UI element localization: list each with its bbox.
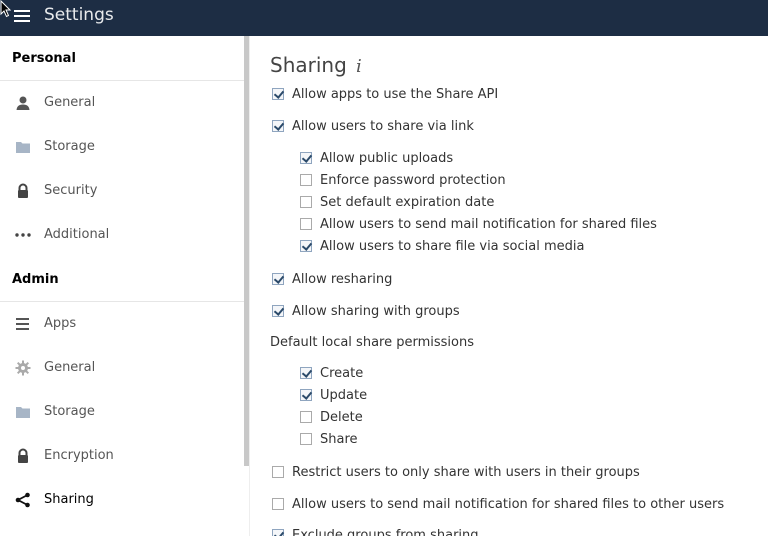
folder-icon xyxy=(16,407,30,418)
sidebar-item-apps[interactable]: Apps xyxy=(0,302,244,346)
sidebar-item-label: Encryption xyxy=(44,448,114,463)
permissions-label: Default local share permissions xyxy=(270,335,474,350)
option-mail-notification-users[interactable]: Allow users to send mail notification fo… xyxy=(272,495,724,513)
sidebar-item-encryption[interactable]: Encryption xyxy=(0,434,244,478)
option-social-media[interactable]: Allow users to share file via social med… xyxy=(300,237,584,255)
option-label: Exclude groups from sharing xyxy=(292,527,479,536)
option-label: Create xyxy=(320,365,364,381)
top-header: Settings xyxy=(0,0,768,36)
option-label: Allow sharing with groups xyxy=(292,303,460,319)
checkbox[interactable] xyxy=(272,466,284,478)
option-default-expiration[interactable]: Set default expiration date xyxy=(300,193,494,211)
folder-icon xyxy=(16,142,30,153)
share-icon xyxy=(15,492,30,508)
option-label: Delete xyxy=(320,409,363,425)
option-restrict-to-groups[interactable]: Restrict users to only share with users … xyxy=(272,463,640,481)
list-icon xyxy=(16,318,29,330)
sidebar-item-personal-storage[interactable]: Storage xyxy=(0,125,244,169)
checkbox[interactable] xyxy=(272,88,284,100)
sharing-settings-panel: Sharing i Allow apps to use the Share AP… xyxy=(250,36,768,536)
user-icon xyxy=(16,96,30,110)
personal-heading: Personal xyxy=(12,51,76,66)
permission-create[interactable]: Create xyxy=(300,364,363,382)
option-label: Allow apps to use the Share API xyxy=(292,86,499,102)
option-label: Allow users to share file via social med… xyxy=(320,238,585,254)
option-label: Allow users to send mail notification fo… xyxy=(292,496,725,512)
checkbox[interactable] xyxy=(300,174,312,186)
permission-share[interactable]: Share xyxy=(300,430,358,448)
sidebar-item-label: General xyxy=(44,95,96,110)
checkbox[interactable] xyxy=(300,389,312,401)
more-icon xyxy=(15,233,31,237)
option-share-via-link[interactable]: Allow users to share via link xyxy=(272,117,474,135)
settings-sidebar: Personal General Storage Security Additi… xyxy=(0,36,244,536)
sidebar-item-label: Additional xyxy=(44,227,110,242)
lock-icon xyxy=(18,448,28,463)
sidebar-item-security[interactable]: Security xyxy=(0,169,244,213)
checkbox[interactable] xyxy=(272,305,284,317)
checkbox[interactable] xyxy=(300,367,312,379)
sidebar-item-label: Apps xyxy=(44,316,77,331)
menu-icon[interactable] xyxy=(14,10,30,24)
sidebar-item-label: General xyxy=(44,360,96,375)
sidebar-item-label: Storage xyxy=(44,139,95,154)
option-label: Restrict users to only share with users … xyxy=(292,464,640,480)
admin-heading: Admin xyxy=(12,272,59,287)
app-title: Settings xyxy=(44,5,114,25)
page-title: Sharing xyxy=(270,53,347,77)
checkbox[interactable] xyxy=(300,240,312,252)
option-sharing-with-groups[interactable]: Allow sharing with groups xyxy=(272,302,460,320)
sidebar-item-label: Sharing xyxy=(44,492,94,507)
option-allow-share-api[interactable]: Allow apps to use the Share API xyxy=(272,85,498,103)
checkbox[interactable] xyxy=(272,120,284,132)
mouse-cursor-icon xyxy=(0,0,12,18)
checkbox[interactable] xyxy=(300,433,312,445)
permission-delete[interactable]: Delete xyxy=(300,408,363,426)
sidebar-item-admin-general[interactable]: General xyxy=(0,346,244,390)
checkbox[interactable] xyxy=(300,218,312,230)
permission-update[interactable]: Update xyxy=(300,386,367,404)
option-label: Share xyxy=(320,431,358,447)
sidebar-item-label: Security xyxy=(44,183,98,198)
sidebar-item-admin-storage[interactable]: Storage xyxy=(0,390,244,434)
checkbox[interactable] xyxy=(300,152,312,164)
option-label: Allow users to send mail notification fo… xyxy=(320,216,657,232)
option-mail-notification-link[interactable]: Allow users to send mail notification fo… xyxy=(300,215,657,233)
option-label: Set default expiration date xyxy=(320,194,495,210)
option-label: Enforce password protection xyxy=(320,172,506,188)
sidebar-item-personal-general[interactable]: General xyxy=(0,81,244,125)
sidebar-item-additional[interactable]: Additional xyxy=(0,213,244,257)
lock-icon xyxy=(18,183,28,198)
sidebar-item-sharing[interactable]: Sharing xyxy=(0,478,244,522)
option-label: Update xyxy=(320,387,368,403)
checkbox[interactable] xyxy=(300,411,312,423)
option-exclude-groups[interactable]: Exclude groups from sharing xyxy=(272,526,479,536)
gear-icon xyxy=(15,360,31,376)
option-label: Allow public uploads xyxy=(320,150,454,166)
checkbox[interactable] xyxy=(300,196,312,208)
checkbox[interactable] xyxy=(272,498,284,510)
option-enforce-password[interactable]: Enforce password protection xyxy=(300,171,506,189)
option-public-uploads[interactable]: Allow public uploads xyxy=(300,149,453,167)
sidebar-item-label: Storage xyxy=(44,404,95,419)
info-icon[interactable]: i xyxy=(356,56,362,77)
option-allow-resharing[interactable]: Allow resharing xyxy=(272,270,392,288)
checkbox[interactable] xyxy=(272,529,284,536)
option-label: Allow users to share via link xyxy=(292,118,474,134)
checkbox[interactable] xyxy=(272,273,284,285)
option-label: Allow resharing xyxy=(292,271,393,287)
